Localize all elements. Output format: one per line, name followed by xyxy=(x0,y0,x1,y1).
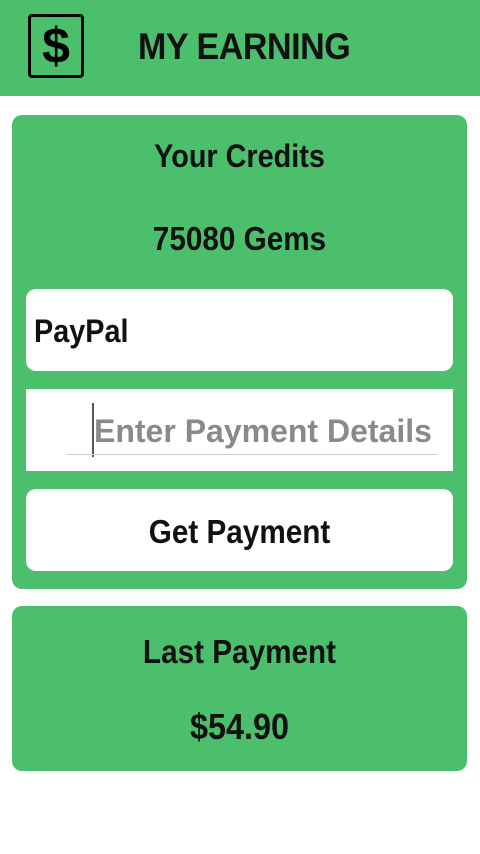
get-payment-label: Get Payment xyxy=(148,513,331,550)
payment-method-label: PayPal xyxy=(34,313,129,349)
last-payment-amount: $54.90 xyxy=(189,706,290,747)
payment-details-input[interactable] xyxy=(66,409,438,455)
payment-details-container xyxy=(26,389,453,471)
credits-value: 75080 Gems xyxy=(152,220,327,257)
last-payment-card: Last Payment $54.90 xyxy=(12,606,467,771)
payment-method-select[interactable]: PayPal xyxy=(26,289,453,371)
credits-title: Your Credits xyxy=(154,138,325,174)
dollar-icon: $ xyxy=(28,14,84,78)
credits-card: Your Credits 75080 Gems PayPal Get Payme… xyxy=(12,115,467,589)
get-payment-button[interactable]: Get Payment xyxy=(26,489,453,571)
app-header: $ MY EARNING xyxy=(0,0,480,96)
page-title: MY EARNING xyxy=(138,26,351,67)
last-payment-title: Last Payment xyxy=(142,633,337,670)
